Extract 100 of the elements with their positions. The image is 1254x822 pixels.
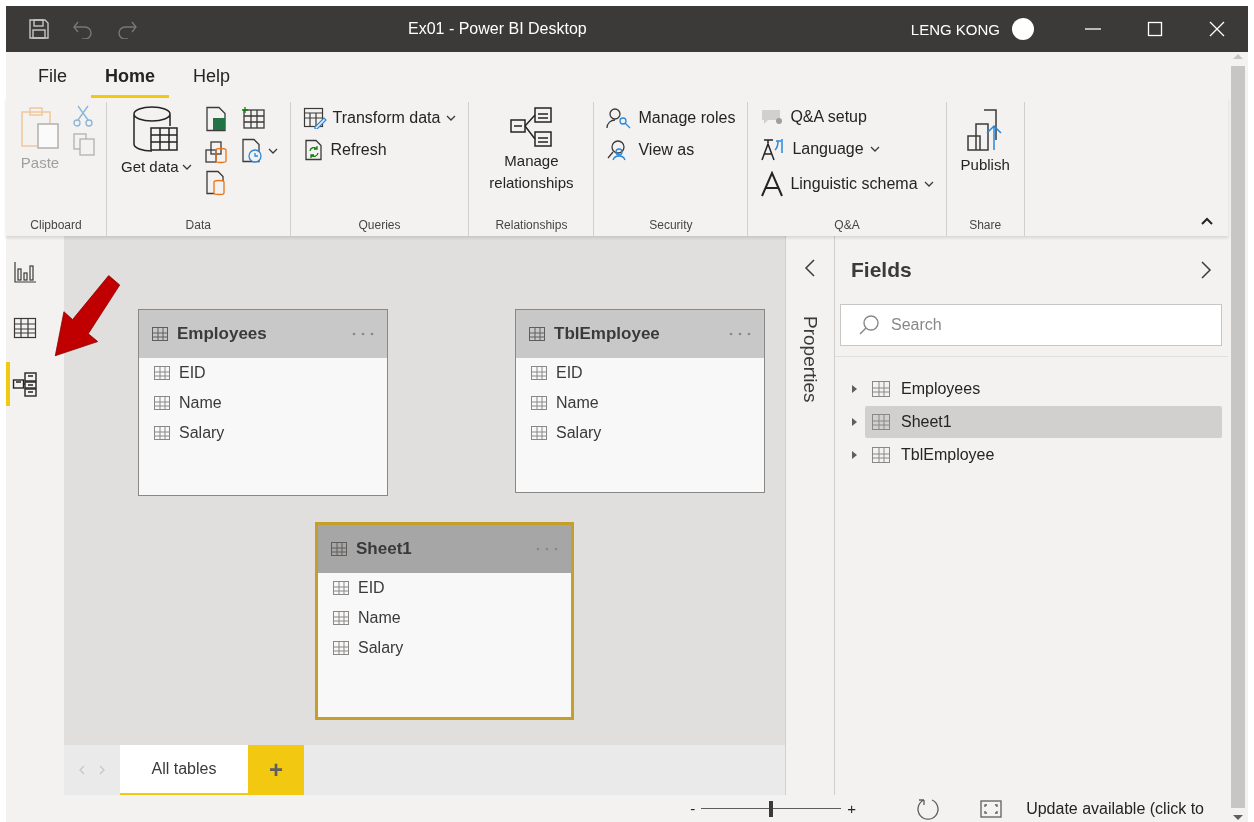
table-icon: [151, 325, 169, 343]
field-name: Name: [179, 394, 222, 412]
ribbon-button[interactable]: Get data: [117, 102, 196, 182]
table-icon: [153, 424, 171, 442]
table-icon: [530, 424, 548, 442]
user-avatar[interactable]: [1012, 18, 1034, 40]
search-icon: [858, 314, 880, 336]
layout-tab[interactable]: All tables: [120, 745, 248, 795]
scrollbar-thumb[interactable]: [1231, 66, 1245, 808]
field-list-item[interactable]: Sheet1: [865, 406, 1222, 438]
table-icon: [330, 540, 348, 558]
field-name: Name: [556, 394, 599, 412]
table-icon: [332, 579, 350, 597]
save-icon[interactable]: [28, 18, 50, 40]
table-name: Employees: [177, 324, 268, 344]
excel-file-icon: [203, 106, 228, 132]
pane-title: Fields: [851, 258, 912, 282]
table-name: TblEmployee: [554, 324, 661, 344]
table-icon: [332, 609, 350, 627]
clock-file-icon: [239, 138, 264, 164]
ribbon-button[interactable]: Q&A setup: [758, 104, 936, 130]
reset-icon[interactable]: [916, 796, 941, 821]
table-card[interactable]: Sheet1 EID Name Salary: [315, 522, 574, 720]
redo-icon[interactable]: [116, 19, 138, 39]
field-list-item[interactable]: TblEmployee: [865, 439, 1222, 471]
caret-icon: [923, 180, 934, 188]
ribbon-button[interactable]: Refresh: [300, 136, 459, 164]
person-key-icon: [606, 107, 633, 129]
ribbon-button[interactable]: Manage roles: [604, 104, 738, 132]
group-label: Relationships: [494, 218, 569, 234]
field-name: Salary: [556, 424, 602, 442]
caret-icon: [446, 114, 457, 122]
ribbon-tab[interactable]: Home: [91, 66, 170, 98]
bar-chart-icon: [13, 261, 37, 283]
chat-bubble-icon: [760, 107, 785, 127]
properties-pane-tab[interactable]: Properties: [799, 316, 821, 403]
user-name: LENG KONG: [910, 20, 1000, 38]
expand-caret-icon[interactable]: [849, 450, 859, 460]
collapse-left-icon[interactable]: [804, 258, 816, 278]
file-database-icon: [203, 170, 228, 196]
ribbon-button[interactable]: Language: [758, 134, 936, 164]
expand-caret-icon[interactable]: [849, 417, 859, 427]
copy-icon: [72, 132, 96, 156]
database-stack-icon: [203, 138, 228, 164]
ribbon-button[interactable]: Publish: [956, 102, 1014, 180]
table-edit-icon: [302, 107, 327, 129]
field-name: Salary: [358, 639, 404, 657]
fit-screen-icon[interactable]: [980, 799, 1003, 818]
slider-thumb[interactable]: [769, 800, 774, 817]
table-icon: [871, 412, 891, 432]
table-icon: [530, 364, 548, 382]
ellipsis-icon: [535, 546, 559, 552]
ellipsis-icon: [728, 331, 752, 337]
maximize-icon: [1147, 21, 1163, 37]
table-name: Sheet1: [356, 539, 413, 559]
ribbon-button[interactable]: Manage relationships: [479, 102, 584, 198]
field-name: Salary: [179, 424, 225, 442]
window-title: Ex01 - Power BI Desktop: [408, 20, 588, 38]
table-card[interactable]: Employees EID Name Salary: [138, 309, 388, 496]
field-name: EID: [358, 579, 385, 597]
ribbon-tab[interactable]: Help: [179, 66, 245, 98]
expand-caret-icon[interactable]: [849, 384, 859, 394]
minimize-icon: [1085, 28, 1101, 30]
table-icon: [528, 325, 546, 343]
table-icon: [871, 379, 891, 399]
table-icon: [153, 394, 171, 412]
add-layout-button[interactable]: +: [248, 745, 304, 795]
field-name: EID: [556, 364, 583, 382]
group-label: Share: [968, 218, 1003, 234]
caret-icon: [869, 145, 880, 153]
field-name: Name: [358, 609, 401, 627]
table-icon: [332, 639, 350, 657]
relationship-diagram-icon: [509, 106, 554, 148]
group-label: Data: [184, 218, 212, 234]
model-diagram-icon: [12, 371, 38, 397]
letter-a-icon: [760, 171, 785, 197]
ribbon-tab[interactable]: File: [24, 66, 81, 98]
collapse-icon[interactable]: [1200, 216, 1214, 226]
ellipsis-icon: [351, 331, 375, 337]
scroll-down-icon[interactable]: [1232, 814, 1244, 822]
search-field[interactable]: Search: [840, 304, 1222, 346]
group-label: Security: [648, 218, 694, 234]
ribbon-button[interactable]: View as: [604, 136, 738, 164]
zoom-out-button[interactable]: -: [684, 800, 702, 817]
scissors-icon: [72, 104, 94, 128]
undo-icon[interactable]: [72, 19, 94, 39]
table-card[interactable]: TblEmployee EID Name Salary: [515, 309, 765, 493]
status-message[interactable]: Update available (click to: [1026, 799, 1204, 818]
field-list-item[interactable]: Employees: [865, 373, 1222, 405]
group-label: Queries: [357, 218, 402, 234]
table-icon: [871, 445, 891, 465]
expand-right-icon[interactable]: [1200, 260, 1212, 280]
caret-icon: [181, 163, 192, 171]
field-name: EID: [179, 364, 206, 382]
zoom-in-button[interactable]: +: [841, 800, 863, 817]
table-add-icon: [239, 106, 266, 130]
table-icon: [153, 364, 171, 382]
ribbon-button[interactable]: Linguistic schema: [758, 168, 936, 200]
ribbon-button[interactable]: Transform data: [300, 104, 459, 132]
table-icon: [530, 394, 548, 412]
